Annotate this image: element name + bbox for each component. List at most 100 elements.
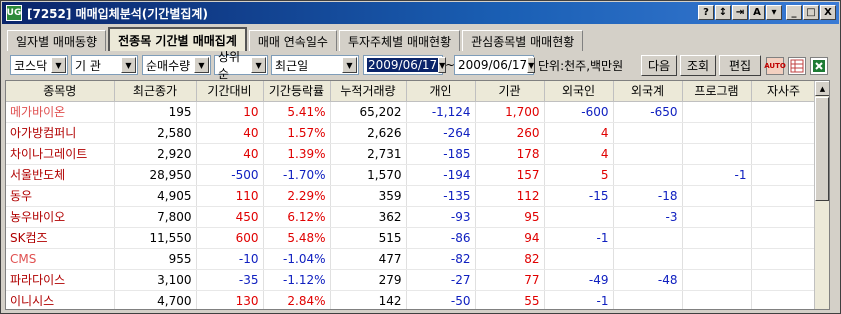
cell-close: 4,905 [114,185,197,207]
col-diff-header[interactable]: 기간대비 [196,81,264,102]
tab-daily-trend[interactable]: 일자별 매매동향 [7,30,107,51]
date-to-picker[interactable]: 2009/06/17 ▼ [454,55,536,75]
cell-ind: -86 [406,227,476,249]
edit-button[interactable]: 편집 [719,55,761,76]
grid-settings-icon[interactable] [788,57,806,75]
minimize-button[interactable]: _ [786,5,802,20]
pin-button[interactable]: ⇥ [732,5,748,20]
cell-vol: 362 [330,206,407,228]
col-treasury-header[interactable]: 자사주 [751,81,817,102]
table-row[interactable]: 이니시스 4,700 130 2.84% 142 -50 55 -1 [6,290,817,309]
cell-for: -15 [544,185,614,207]
chevron-down-icon[interactable]: ▼ [251,57,266,73]
window-title: [7252] 매매입체분석(기간별집계) [27,6,208,21]
chevron-down-icon[interactable]: ▼ [527,57,536,73]
cell-diff: 10 [196,101,264,123]
rank-select[interactable]: 상위순 ▼ [214,50,268,81]
sort-select-value: 순매수량 [146,58,191,73]
cell-rate: 1.57% [263,122,331,144]
col-foreigner-header[interactable]: 외국인 [544,81,614,102]
col-institution-header[interactable]: 기관 [475,81,545,102]
cell-ind: -1,124 [406,101,476,123]
vertical-scrollbar[interactable]: ▲ [814,81,829,309]
market-select[interactable]: 코스닥 ▼ [10,55,68,75]
cell-own [751,290,817,309]
cell-own [751,227,817,249]
cell-inst: 1,700 [475,101,545,123]
cell-own [751,101,817,123]
table-row[interactable]: 아가방컴퍼니 2,580 40 1.57% 2,626 -264 260 4 [6,122,817,144]
col-foreign-firm-header[interactable]: 외국계 [613,81,683,102]
cell-inst: 95 [475,206,545,228]
tab-watchlist-status[interactable]: 관심종목별 매매현황 [462,30,584,51]
cell-own [751,248,817,270]
scroll-up-icon[interactable]: ▲ [815,81,829,96]
cell-ind: -50 [406,290,476,309]
chevron-down-icon[interactable]: ▼ [342,57,357,73]
table-row[interactable]: 파라다이스 3,100 -35 -1.12% 279 -27 77 -49 -48 [6,269,817,291]
close-button[interactable]: X [820,5,836,20]
table-row[interactable]: SK컴즈 11,550 600 5.48% 515 -86 94 -1 [6,227,817,249]
cell-prog [682,248,752,270]
cell-prog [682,290,752,309]
cell-close: 11,550 [114,227,197,249]
cell-name: 이니시스 [6,290,115,309]
query-button[interactable]: 조회 [680,55,716,76]
scroll-thumb[interactable] [815,97,829,201]
chevron-down-icon[interactable]: ▼ [194,57,209,73]
col-individual-header[interactable]: 개인 [406,81,476,102]
tab-investor-status[interactable]: 투자주체별 매매현황 [338,30,461,51]
help-button[interactable]: ? [698,5,714,20]
cell-for [544,206,614,228]
cell-inst: 82 [475,248,545,270]
cell-inst: 178 [475,143,545,165]
tab-consecutive-days[interactable]: 매매 연속일수 [248,30,337,51]
excel-icon[interactable] [810,57,828,75]
menu-button[interactable]: ▾ [766,5,782,20]
cell-forc: -3 [613,206,683,228]
cell-prog: -1 [682,164,752,186]
col-volume-header[interactable]: 누적거래량 [330,81,407,102]
date-from-picker[interactable]: 2009/06/17 ▼ [363,55,447,75]
cell-for: -1 [544,290,614,309]
link-button[interactable]: ↕ [715,5,731,20]
cell-forc [613,290,683,309]
cell-ind: -185 [406,143,476,165]
cell-name: 동우 [6,185,115,207]
investor-select[interactable]: 기 관 ▼ [71,55,138,75]
auto-icon[interactable]: AUTO [764,57,786,75]
next-button[interactable]: 다음 [641,55,677,76]
table-row[interactable]: 동우 4,905 110 2.29% 359 -135 112 -15 -18 [6,185,817,207]
table-row[interactable]: CMS 955 -10 -1.04% 477 -82 82 [6,248,817,270]
sort-select[interactable]: 순매수량 ▼ [142,55,211,75]
unit-label: 단위:천주,백만원 [538,58,624,73]
col-close-header[interactable]: 최근종가 [114,81,197,102]
font-button[interactable]: A [749,5,765,20]
cell-prog [682,101,752,123]
market-select-value: 코스닥 [14,58,48,73]
title-bar[interactable]: UG [7252] 매매입체분석(기간별집계) ? ↕ ⇥ A ▾ _ □ X [2,2,839,24]
cell-rate: 6.12% [263,206,331,228]
chevron-down-icon[interactable]: ▼ [51,57,66,73]
col-rate-header[interactable]: 기간등락률 [263,81,331,102]
cell-diff: 40 [196,122,264,144]
cell-for: 4 [544,143,614,165]
cell-vol: 2,626 [330,122,407,144]
chevron-down-icon[interactable]: ▼ [121,57,136,73]
col-name-header[interactable]: 종목명 [6,81,115,102]
table-row[interactable]: 차이나그레이트 2,920 40 1.39% 2,731 -185 178 4 [6,143,817,165]
period-select[interactable]: 최근일 ▼ [271,55,359,75]
date-to-value[interactable]: 2009/06/17 [458,58,527,72]
table-row[interactable]: 서울반도체 28,950 -500 -1.70% 1,570 -194 157 5 -1 [6,164,817,186]
table-row[interactable]: 농우바이오 7,800 450 6.12% 362 -93 95 -3 [6,206,817,228]
cell-forc: -18 [613,185,683,207]
cell-diff: 450 [196,206,264,228]
cell-close: 7,800 [114,206,197,228]
table-row[interactable]: 메가바이온 195 10 5.41% 65,202 -1,124 1,700 -600 -650 [6,101,817,123]
date-from-value[interactable]: 2009/06/17 [367,58,439,72]
cell-diff: -500 [196,164,264,186]
cell-forc [613,164,683,186]
maximize-button[interactable]: □ [803,5,819,20]
cell-rate: 2.84% [263,290,331,309]
col-program-header[interactable]: 프로그램 [682,81,752,102]
